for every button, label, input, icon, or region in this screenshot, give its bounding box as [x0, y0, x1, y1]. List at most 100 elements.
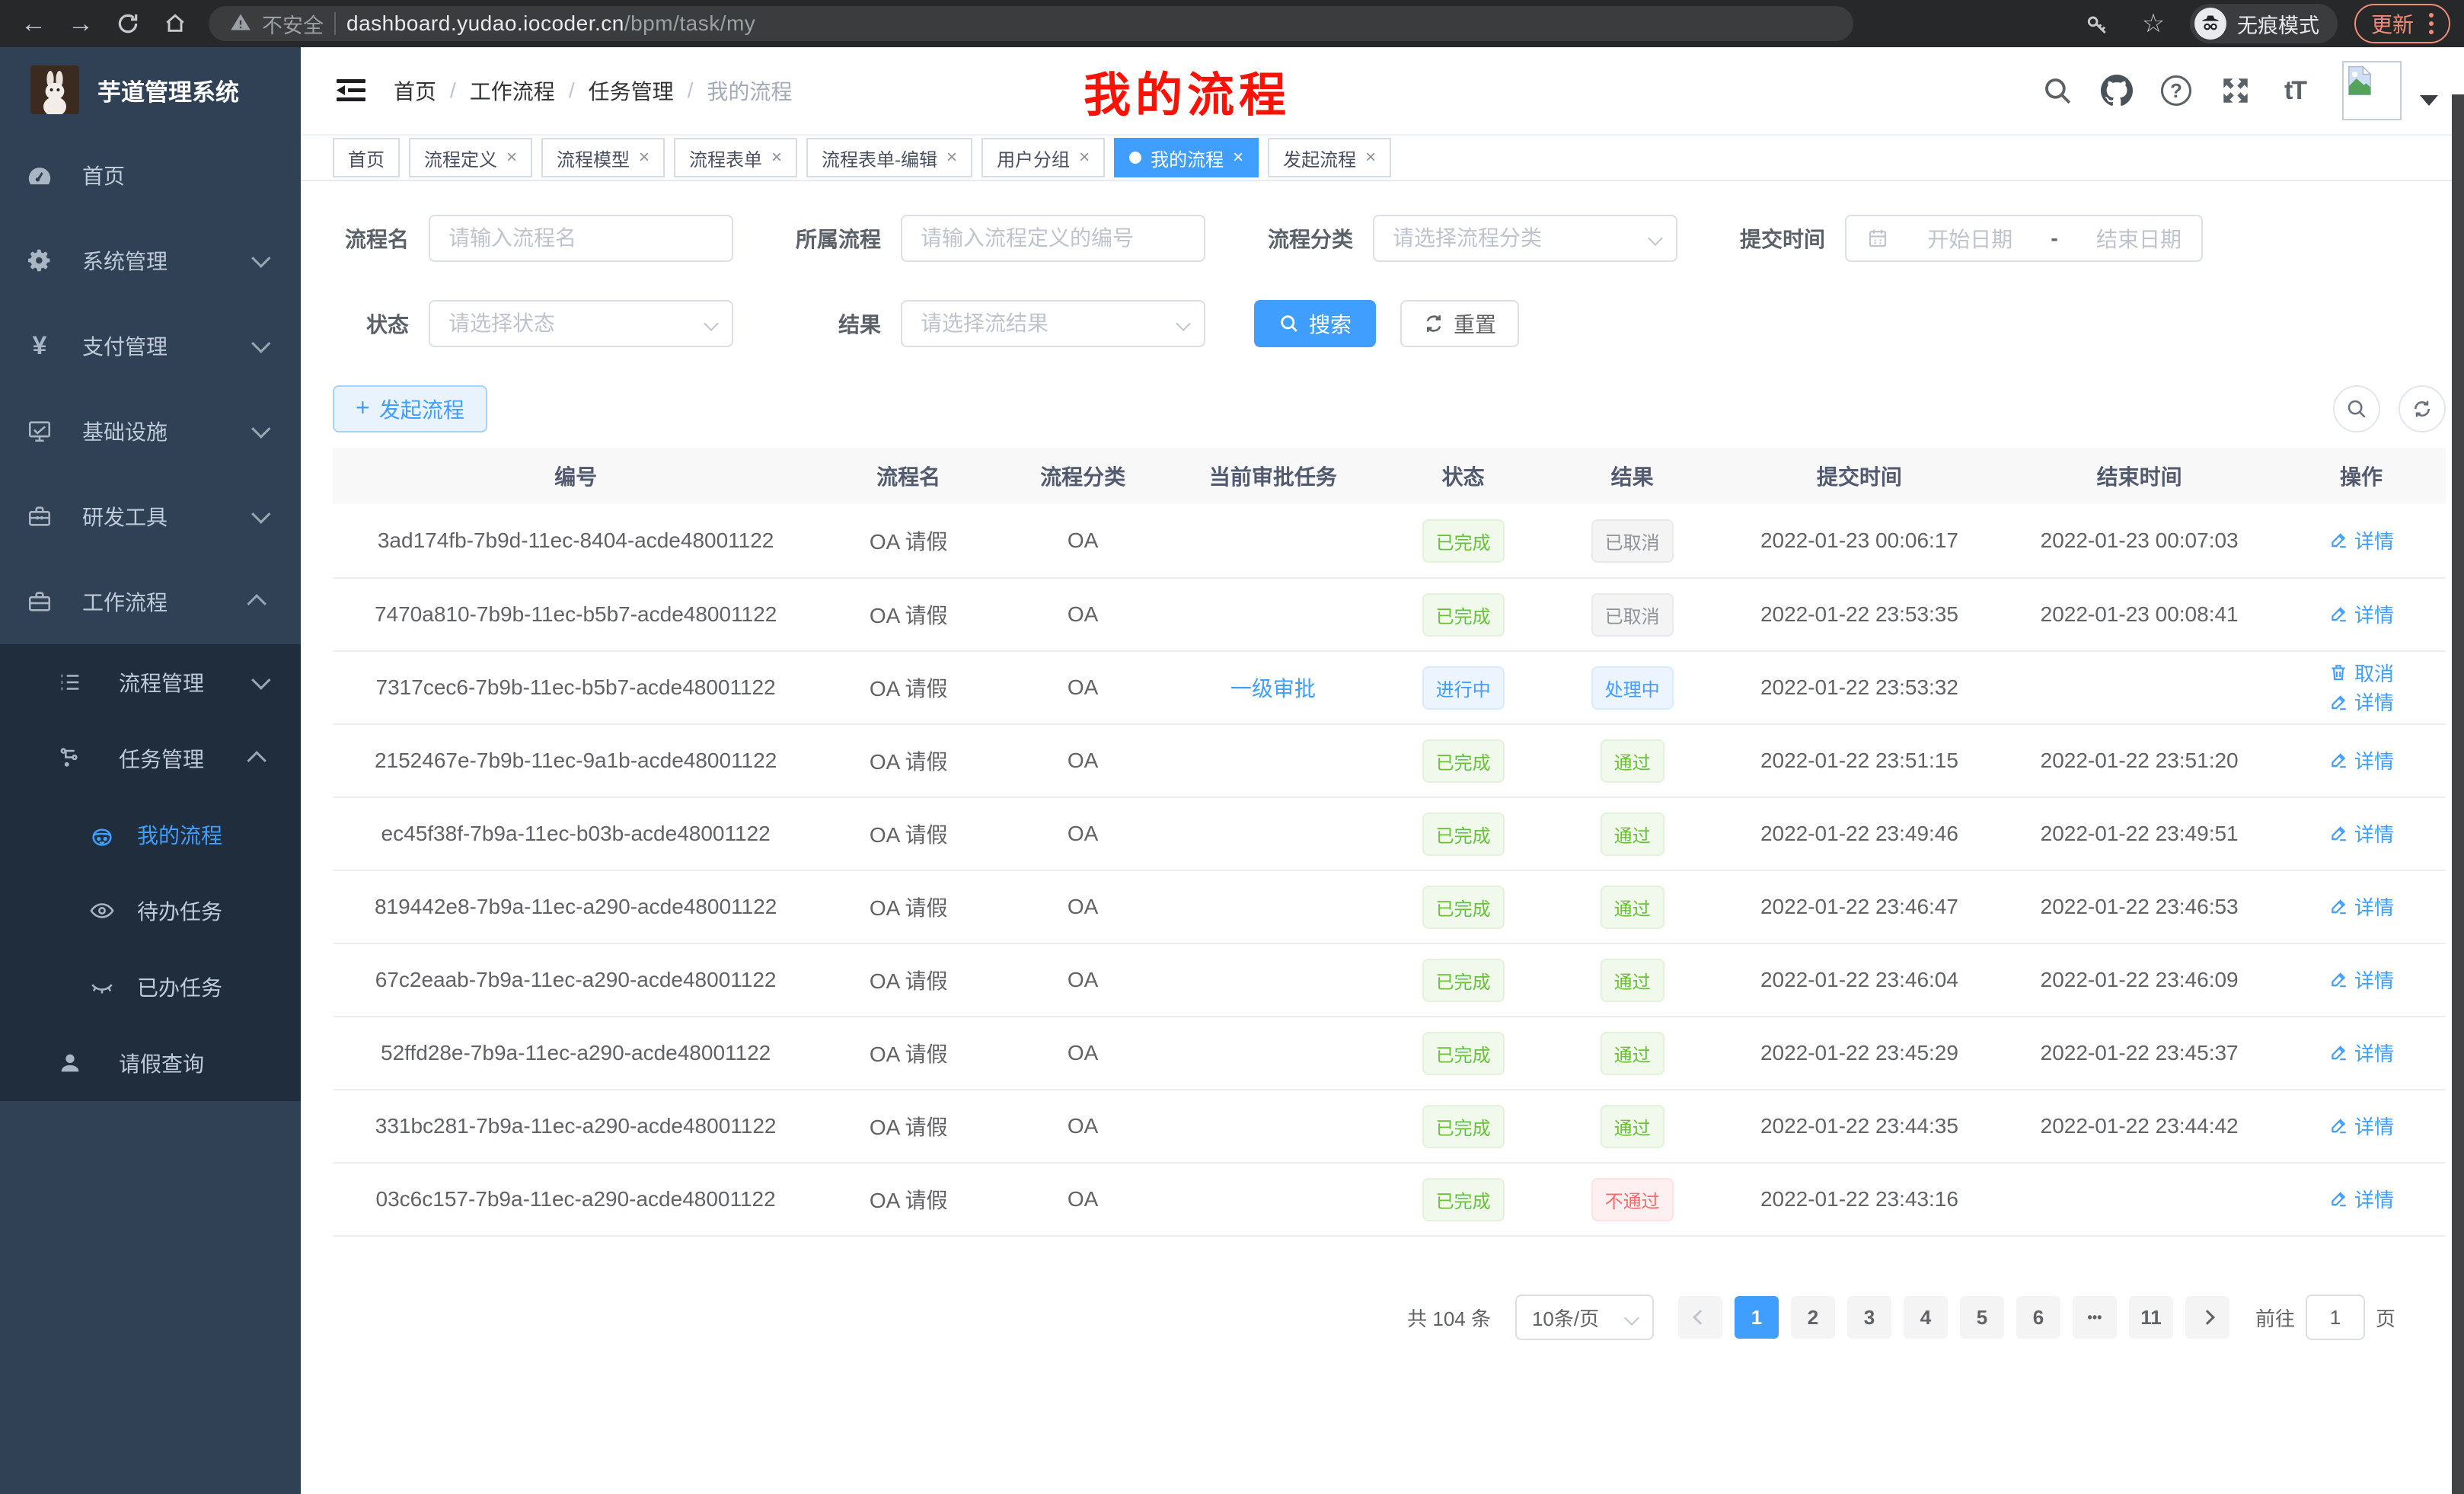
sidebar-item-11[interactable]: 请假查询 — [0, 1025, 301, 1101]
tag-5[interactable]: 用户分组× — [981, 138, 1105, 177]
sidebar-item-8[interactable]: 我的流程 — [0, 796, 301, 873]
close-icon[interactable]: × — [1079, 148, 1090, 167]
search-icon[interactable] — [2033, 66, 2082, 115]
help-icon[interactable]: ? — [2152, 66, 2201, 115]
fullscreen-icon[interactable] — [2211, 66, 2260, 115]
sidebar-item-2[interactable]: ¥支付管理 — [0, 303, 301, 388]
sidebar-item-4[interactable]: 研发工具 — [0, 474, 301, 559]
forward-icon[interactable]: → — [61, 4, 101, 43]
page-button-2[interactable]: 2 — [1791, 1296, 1835, 1339]
tag-7[interactable]: 发起流程× — [1268, 138, 1391, 177]
sidebar-item-3[interactable]: 基础设施 — [0, 388, 301, 474]
column-header-3: 当前审批任务 — [1167, 461, 1379, 491]
password-key-icon[interactable] — [2077, 4, 2117, 43]
sidebar-item-7[interactable]: 任务管理 — [0, 720, 301, 796]
sidebar-item-10[interactable]: 已办任务 — [0, 949, 301, 1025]
tag-1[interactable]: 流程定义 × — [409, 138, 532, 177]
action-detail[interactable]: 详情 — [2328, 746, 2394, 774]
avatar[interactable] — [2342, 61, 2402, 120]
next-page-button[interactable] — [2185, 1296, 2229, 1339]
process-def-input[interactable] — [901, 215, 1205, 262]
process-name-input[interactable] — [429, 215, 733, 262]
sidebar-collapse-icon[interactable] — [328, 68, 374, 113]
action-detail[interactable]: 详情 — [2328, 1185, 2394, 1213]
action-detail[interactable]: 详情 — [2328, 1039, 2394, 1067]
close-icon[interactable]: × — [1233, 148, 1243, 167]
cell-name: OA 请假 — [819, 672, 998, 703]
edit-icon — [2328, 750, 2348, 770]
sidebar-item-9[interactable]: 待办任务 — [0, 873, 301, 949]
action-detail[interactable]: 详情 — [2328, 526, 2394, 554]
url-bar[interactable]: 不安全 dashboard.yudao.iocoder.cn/bpm/task/… — [209, 6, 1853, 41]
prev-page-button[interactable] — [1678, 1296, 1722, 1339]
browser-menu-icon[interactable] — [2429, 13, 2434, 34]
action-detail[interactable]: 详情 — [2328, 600, 2394, 628]
reset-button[interactable]: 重置 — [1400, 300, 1519, 347]
current-task-link[interactable]: 一级审批 — [1230, 677, 1316, 701]
category-label: 流程分类 — [1254, 223, 1353, 254]
page-button-11[interactable]: 11 — [2129, 1296, 2173, 1339]
close-icon[interactable]: × — [506, 148, 517, 167]
tag-3[interactable]: 流程表单× — [674, 138, 797, 177]
home-icon[interactable] — [155, 4, 195, 43]
page-button-3[interactable]: 3 — [1847, 1296, 1891, 1339]
sidebar-item-1[interactable]: 系统管理 — [0, 218, 301, 303]
close-icon[interactable]: × — [771, 148, 782, 167]
action-detail[interactable]: 详情 — [2328, 819, 2394, 848]
close-icon[interactable]: × — [946, 148, 957, 167]
action-detail[interactable]: 详情 — [2328, 892, 2394, 921]
avatar-dropdown-caret[interactable] — [2420, 95, 2438, 106]
sidebar-item-5[interactable]: 工作流程 — [0, 559, 301, 644]
breadcrumb-task-mgmt[interactable]: 任务管理 — [589, 75, 674, 106]
tag-label: 流程定义 — [424, 145, 497, 171]
breadcrumb-workflow[interactable]: 工作流程 — [470, 75, 555, 106]
sidebar-item-label: 研发工具 — [82, 501, 168, 532]
font-size-icon[interactable]: tT — [2271, 66, 2319, 115]
action-cancel[interactable]: 取消 — [2328, 659, 2394, 687]
date-range-picker[interactable]: 开始日期 - 结束日期 — [1845, 215, 2203, 262]
page-size-select[interactable] — [1515, 1294, 1654, 1340]
status-select[interactable] — [429, 300, 733, 347]
page-button-5[interactable]: 5 — [1960, 1296, 2004, 1339]
action-detail[interactable]: 详情 — [2328, 688, 2394, 716]
action-label: 详情 — [2354, 526, 2394, 554]
reload-icon[interactable] — [108, 4, 148, 43]
close-icon[interactable]: × — [639, 148, 650, 167]
goto-page-input[interactable] — [2306, 1294, 2365, 1340]
tag-0[interactable]: 首页 — [333, 138, 400, 177]
action-detail[interactable]: 详情 — [2328, 1112, 2394, 1140]
bookmark-star-icon[interactable]: ☆ — [2134, 4, 2173, 43]
back-icon[interactable]: ← — [14, 4, 53, 43]
close-icon[interactable]: × — [1365, 148, 1376, 167]
refresh-table-icon[interactable] — [2399, 385, 2446, 433]
more-pages-button[interactable]: ••• — [2073, 1296, 2117, 1339]
create-process-button[interactable]: + 发起流程 — [333, 385, 487, 433]
incognito-label: 无痕模式 — [2237, 9, 2319, 39]
page-button-6[interactable]: 6 — [2016, 1296, 2060, 1339]
action-detail[interactable]: 详情 — [2328, 966, 2394, 994]
page-size-value[interactable] — [1515, 1294, 1654, 1340]
font-size-glyph: tT — [2284, 76, 2306, 106]
page-button-4[interactable]: 4 — [1904, 1296, 1948, 1339]
category-select[interactable] — [1373, 215, 1677, 262]
github-icon[interactable] — [2092, 66, 2141, 115]
page-button-1[interactable]: 1 — [1735, 1296, 1779, 1339]
goto-label: 前往 — [2255, 1304, 2295, 1332]
sidebar-item-0[interactable]: 首页 — [0, 132, 301, 218]
logo-row[interactable]: 芋道管理系统 — [0, 47, 301, 132]
search-button[interactable]: 搜索 — [1254, 300, 1376, 347]
cell-actions: 详情 — [2277, 966, 2446, 995]
chrome-update-button[interactable]: 更新 — [2354, 4, 2450, 43]
breadcrumb-home[interactable]: 首页 — [394, 75, 436, 106]
breadcrumb-separator: / — [450, 78, 456, 103]
toggle-search-icon[interactable] — [2333, 385, 2380, 433]
result-select[interactable] — [901, 300, 1205, 347]
edit-icon — [2328, 823, 2348, 843]
tag-6[interactable]: 我的流程× — [1114, 138, 1259, 177]
cell-category: OA — [998, 602, 1167, 627]
tag-4[interactable]: 流程表单-编辑× — [806, 138, 972, 177]
tag-2[interactable]: 流程模型× — [541, 138, 665, 177]
browser-scrollbar[interactable] — [2452, 94, 2464, 1494]
cell-submit-time: 2022-01-22 23:53:35 — [1717, 602, 2003, 627]
sidebar-item-6[interactable]: 流程管理 — [0, 644, 301, 720]
